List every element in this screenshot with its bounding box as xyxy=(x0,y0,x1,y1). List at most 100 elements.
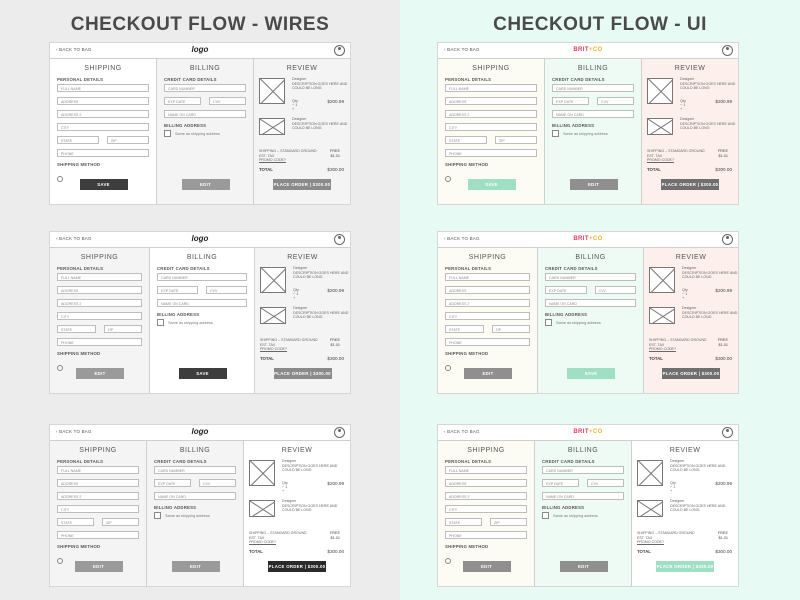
state-field[interactable]: STATE xyxy=(445,136,487,144)
checkbox-box[interactable] xyxy=(157,319,164,326)
address-field[interactable]: ADDRESS xyxy=(445,286,530,294)
edit-button[interactable]: EDIT xyxy=(171,561,220,572)
brand-logo[interactable]: BRIT+CO xyxy=(438,47,738,53)
promo-code-link[interactable]: PROMO CODE? xyxy=(649,347,707,352)
place-order-button[interactable]: PLACE ORDER | $300.00 xyxy=(273,368,332,379)
place-order-button[interactable]: PLACE ORDER | $300.00 xyxy=(661,179,719,190)
name-on-card-field[interactable]: NAME ON CARD xyxy=(164,110,246,118)
save-button[interactable]: SAVE xyxy=(79,179,128,190)
state-field[interactable]: STATE xyxy=(445,325,484,333)
same-as-shipping-checkbox[interactable]: Same as shipping address xyxy=(552,130,634,137)
shipping-method-radio[interactable] xyxy=(57,558,63,564)
address2-field[interactable]: ADDRESS 2 xyxy=(445,299,530,307)
same-as-shipping-checkbox[interactable]: Same as shipping address xyxy=(542,512,624,519)
qty-plus-button[interactable]: + xyxy=(292,107,294,111)
save-button[interactable]: SAVE xyxy=(178,368,227,379)
phone-field[interactable]: PHONE xyxy=(445,531,527,539)
edit-button[interactable]: EDIT xyxy=(464,368,512,379)
edit-button[interactable]: EDIT xyxy=(462,561,511,572)
place-order-button[interactable]: PLACE ORDER | $300.00 xyxy=(273,179,331,190)
cvv-field[interactable]: CVV xyxy=(206,286,247,294)
state-field[interactable]: STATE xyxy=(445,518,482,526)
card-number-field[interactable]: CARD NUMBER xyxy=(545,273,636,281)
edit-button[interactable]: EDIT xyxy=(569,179,618,190)
exp-date-field[interactable]: EXP DATE xyxy=(542,479,579,487)
place-order-button[interactable]: PLACE ORDER | $300.00 xyxy=(656,561,714,572)
address-field[interactable]: ADDRESS xyxy=(57,97,149,105)
account-icon[interactable] xyxy=(334,234,345,245)
qty-plus-button[interactable]: + xyxy=(670,489,672,493)
promo-code-link[interactable]: PROMO CODE? xyxy=(249,540,307,545)
name-on-card-field[interactable]: NAME ON CARD xyxy=(545,299,636,307)
full-name-field[interactable]: FULL NAME xyxy=(445,466,527,474)
name-on-card-field[interactable]: NAME ON CARD xyxy=(552,110,634,118)
zip-field[interactable]: ZIP xyxy=(107,136,149,144)
edit-button[interactable]: EDIT xyxy=(76,368,124,379)
shipping-method-radio[interactable] xyxy=(445,558,451,564)
state-field[interactable]: STATE xyxy=(57,325,96,333)
full-name-field[interactable]: FULL NAME xyxy=(57,466,139,474)
checkbox-box[interactable] xyxy=(545,319,552,326)
cvv-field[interactable]: CVV xyxy=(597,97,634,105)
edit-button[interactable]: EDIT xyxy=(559,561,608,572)
exp-date-field[interactable]: EXP DATE xyxy=(157,286,198,294)
address2-field[interactable]: ADDRESS 2 xyxy=(445,492,527,500)
address2-field[interactable]: ADDRESS 2 xyxy=(57,110,149,118)
same-as-shipping-checkbox[interactable]: Same as shipping address xyxy=(545,319,636,326)
full-name-field[interactable]: FULL NAME xyxy=(57,273,142,281)
quantity-stepper[interactable]: Qty − 1 + xyxy=(680,99,686,111)
card-number-field[interactable]: CARD NUMBER xyxy=(154,466,236,474)
exp-date-field[interactable]: EXP DATE xyxy=(154,479,191,487)
address-field[interactable]: ADDRESS xyxy=(57,479,139,487)
exp-date-field[interactable]: EXP DATE xyxy=(164,97,201,105)
zip-field[interactable]: ZIP xyxy=(491,325,530,333)
city-field[interactable]: CITY xyxy=(445,312,530,320)
edit-button[interactable]: EDIT xyxy=(181,179,230,190)
address2-field[interactable]: ADDRESS 2 xyxy=(445,110,537,118)
same-as-shipping-checkbox[interactable]: Same as shipping address xyxy=(154,512,236,519)
address2-field[interactable]: ADDRESS 2 xyxy=(57,299,142,307)
account-icon[interactable] xyxy=(722,234,733,245)
checkbox-box[interactable] xyxy=(542,512,549,519)
same-as-shipping-checkbox[interactable]: Same as shipping address xyxy=(164,130,246,137)
city-field[interactable]: CITY xyxy=(445,505,527,513)
state-field[interactable]: STATE xyxy=(57,136,99,144)
account-icon[interactable] xyxy=(722,427,733,438)
phone-field[interactable]: PHONE xyxy=(57,531,139,539)
quantity-stepper[interactable]: Qty − 1 + xyxy=(292,99,298,111)
city-field[interactable]: CITY xyxy=(57,505,139,513)
address2-field[interactable]: ADDRESS 2 xyxy=(57,492,139,500)
cvv-field[interactable]: CVV xyxy=(587,479,624,487)
same-as-shipping-checkbox[interactable]: Same as shipping address xyxy=(157,319,247,326)
place-order-button[interactable]: PLACE ORDER | $300.00 xyxy=(268,561,326,572)
phone-field[interactable]: PHONE xyxy=(445,338,530,346)
full-name-field[interactable]: FULL NAME xyxy=(57,84,149,92)
address-field[interactable]: ADDRESS xyxy=(57,286,142,294)
shipping-method-radio[interactable] xyxy=(445,365,451,371)
qty-plus-button[interactable]: + xyxy=(682,296,684,300)
card-number-field[interactable]: CARD NUMBER xyxy=(157,273,247,281)
qty-plus-button[interactable]: + xyxy=(282,489,284,493)
checkbox-box[interactable] xyxy=(552,130,559,137)
checkbox-box[interactable] xyxy=(164,130,171,137)
address-field[interactable]: ADDRESS xyxy=(445,479,527,487)
brand-logo[interactable]: logo xyxy=(50,45,350,54)
promo-code-link[interactable]: PROMO CODE? xyxy=(259,158,317,163)
quantity-stepper[interactable]: Qty − 1 + xyxy=(293,288,299,300)
card-number-field[interactable]: CARD NUMBER xyxy=(542,466,624,474)
cvv-field[interactable]: CVV xyxy=(209,97,246,105)
name-on-card-field[interactable]: NAME ON CARD xyxy=(157,299,247,307)
card-number-field[interactable]: CARD NUMBER xyxy=(164,84,246,92)
account-icon[interactable] xyxy=(334,45,345,56)
shipping-method-radio[interactable] xyxy=(57,365,63,371)
qty-plus-button[interactable]: + xyxy=(293,296,295,300)
brand-logo[interactable]: BRIT+CO xyxy=(438,429,738,435)
place-order-button[interactable]: PLACE ORDER | $300.00 xyxy=(662,368,720,379)
cvv-field[interactable]: CVV xyxy=(594,286,636,294)
shipping-method-radio[interactable] xyxy=(57,176,63,182)
cvv-field[interactable]: CVV xyxy=(199,479,236,487)
promo-code-link[interactable]: PROMO CODE? xyxy=(637,540,695,545)
full-name-field[interactable]: FULL NAME xyxy=(445,273,530,281)
zip-field[interactable]: ZIP xyxy=(490,518,527,526)
checkbox-box[interactable] xyxy=(154,512,161,519)
